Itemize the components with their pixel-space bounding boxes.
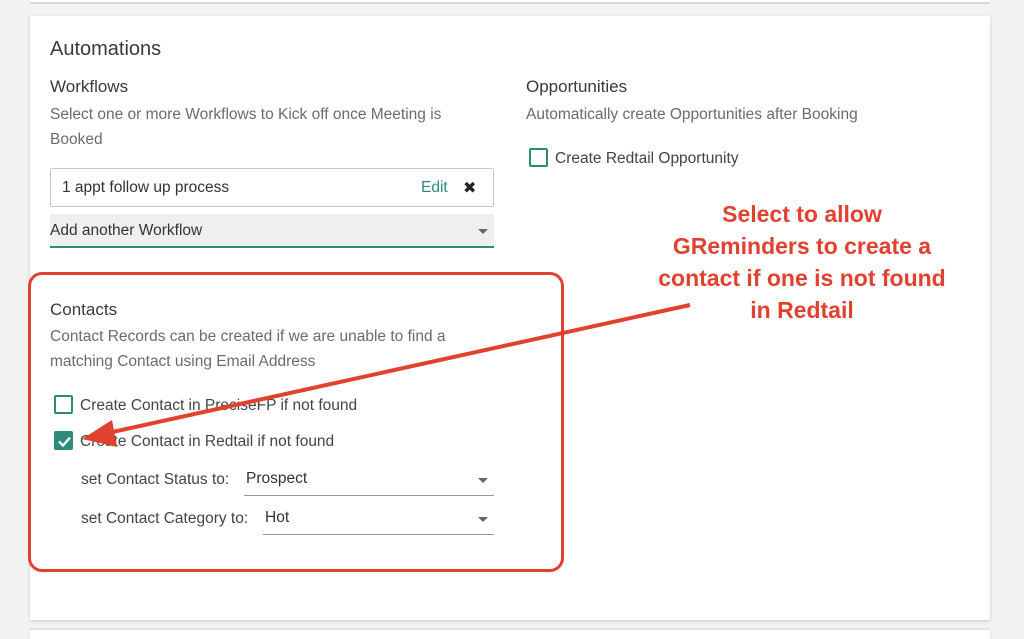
next-card-edge xyxy=(30,630,990,639)
annotation-arrow xyxy=(82,303,691,447)
